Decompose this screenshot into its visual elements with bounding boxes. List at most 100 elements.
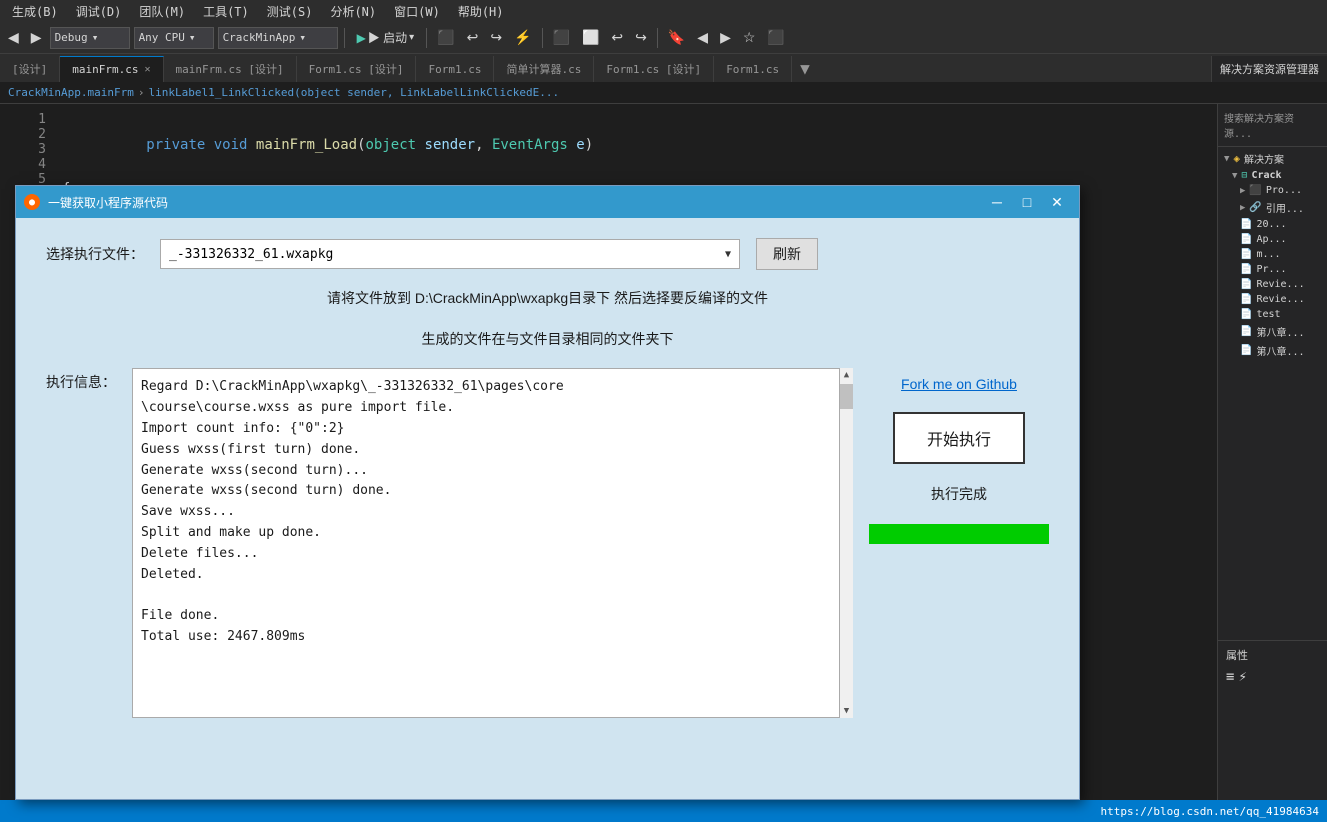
- menu-window[interactable]: 窗口(W): [386, 1, 448, 22]
- progress-bar: [869, 524, 1049, 544]
- solution-search-area: 搜索解决方案资源...: [1218, 104, 1327, 147]
- debug-dropdown[interactable]: Debug▾: [50, 27, 130, 49]
- cpu-dropdown[interactable]: Any CPU▾: [134, 27, 214, 49]
- menu-help[interactable]: 帮助(H): [450, 1, 512, 22]
- tree-m[interactable]: 📄 m...: [1220, 247, 1325, 262]
- scrollbar-thumb[interactable]: [840, 384, 853, 409]
- tree-m-label: m...: [1256, 249, 1280, 260]
- tree-review1[interactable]: 📄 Revie...: [1220, 277, 1325, 292]
- toolbar-icon-10[interactable]: ▶: [716, 27, 735, 49]
- tree-20-icon: 📄: [1240, 219, 1252, 230]
- tree-pr[interactable]: 📄 Pr...: [1220, 262, 1325, 277]
- tab-mainfrm-design[interactable]: mainFrm.cs [设计]: [164, 56, 297, 82]
- project-dropdown[interactable]: CrackMinApp▾: [218, 27, 338, 49]
- solution-icon: ◈: [1233, 152, 1240, 165]
- toolbar-icon-7[interactable]: ↩: [607, 27, 627, 49]
- menu-debug[interactable]: 调试(D): [68, 1, 130, 22]
- menu-bar: 生成(B) 调试(D) 团队(M) 工具(T) 测试(S) 分析(N) 窗口(W…: [0, 0, 1327, 22]
- breadcrumb-item-1[interactable]: CrackMinApp.mainFrm: [8, 86, 134, 99]
- dialog-icon-symbol: ●: [29, 197, 35, 208]
- tree-pro[interactable]: ▶ ⬛ Pro...: [1220, 183, 1325, 198]
- toolbar-icon-12[interactable]: ⬛: [763, 27, 788, 49]
- scrollbar-down-btn[interactable]: ▼: [840, 704, 853, 718]
- log-scrollbar[interactable]: ▲ ▼: [839, 368, 853, 718]
- tree-m-icon: 📄: [1240, 249, 1252, 260]
- back-btn[interactable]: ◀: [4, 27, 23, 49]
- exec-log-container: Regard D:\CrackMinApp\wxapkg\_-331326332…: [132, 368, 853, 718]
- file-dropdown-value: _-331326332_61.wxapkg: [169, 247, 333, 262]
- play-icon: ▶: [357, 31, 366, 45]
- toolbar-icon-1[interactable]: ⬛: [433, 27, 458, 49]
- toolbar-icon-11[interactable]: ☆: [739, 27, 760, 49]
- scrollbar-up-btn[interactable]: ▲: [840, 368, 853, 382]
- menu-analyze[interactable]: 分析(N): [322, 1, 384, 22]
- toolbar-sep-3: [542, 28, 543, 48]
- toolbar-icon-3[interactable]: ↪: [486, 27, 506, 49]
- tab-mainfrm-cs[interactable]: mainFrm.cs ✕: [60, 56, 163, 82]
- exec-log[interactable]: Regard D:\CrackMinApp\wxapkg\_-331326332…: [132, 368, 853, 718]
- tab-form1-cs[interactable]: Form1.cs: [416, 56, 494, 82]
- tab-calculator[interactable]: 简单计算器.cs: [494, 56, 594, 82]
- github-link[interactable]: Fork me on Github: [901, 376, 1017, 392]
- toolbar-sep-1: [344, 28, 345, 48]
- toolbar-icon-4[interactable]: ⚡: [510, 27, 535, 49]
- dialog-maximize-btn[interactable]: □: [1013, 192, 1041, 212]
- tab-form1-cs2[interactable]: Form1.cs: [714, 56, 792, 82]
- toolbar-icon-8[interactable]: ↪: [631, 27, 651, 49]
- bookmark-icon[interactable]: 🔖: [664, 27, 689, 49]
- dialog-app-icon: ●: [24, 194, 40, 210]
- breadcrumb-bar: CrackMinApp.mainFrm › linkLabel1_LinkCli…: [0, 82, 1327, 104]
- toolbar-sep-2: [426, 28, 427, 48]
- ref-icon: 🔗: [1249, 202, 1261, 213]
- tab-form1-design[interactable]: Form1.cs [设计]: [297, 56, 417, 82]
- breadcrumb-sep: ›: [138, 86, 145, 99]
- properties-list-icon[interactable]: ≡: [1226, 669, 1234, 685]
- properties-event-icon[interactable]: ⚡: [1238, 669, 1246, 685]
- tree-ch8-1-icon: 📄: [1240, 326, 1252, 337]
- status-complete-label: 执行完成: [931, 484, 987, 504]
- tree-test-icon: 📄: [1240, 309, 1252, 320]
- toolbar-icon-5[interactable]: ⬛: [549, 27, 574, 49]
- menu-test[interactable]: 测试(S): [259, 1, 321, 22]
- tree-crack-label: Crack: [1251, 170, 1281, 181]
- tree-pro-label: Pro...: [1266, 185, 1302, 196]
- dialog-minimize-btn[interactable]: ─: [983, 192, 1011, 212]
- tree-20[interactable]: 📄 20...: [1220, 217, 1325, 232]
- dropdown-arrow-icon: ▼: [725, 249, 731, 260]
- tree-ch8-2-icon: 📄: [1240, 345, 1252, 356]
- tree-review2[interactable]: 📄 Revie...: [1220, 292, 1325, 307]
- toolbar-icon-2[interactable]: ↩: [463, 27, 483, 49]
- tree-ap[interactable]: 📄 Ap...: [1220, 232, 1325, 247]
- tree-ch8-1-label: 第八章...: [1256, 324, 1304, 339]
- help-text-2: 生成的文件在与文件目录相同的文件夹下: [46, 327, 1049, 352]
- tree-ch8-2-label: 第八章...: [1256, 343, 1304, 358]
- menu-team[interactable]: 团队(M): [131, 1, 193, 22]
- menu-tools[interactable]: 工具(T): [195, 1, 257, 22]
- tree-20-label: 20...: [1256, 219, 1286, 230]
- tree-ch8-1[interactable]: 📄 第八章...: [1220, 322, 1325, 341]
- right-panel: 搜索解决方案资源... ▼ ◈ 解决方案 ▼ ⊟ Crack ▶ ⬛ Pro..…: [1217, 104, 1327, 800]
- properties-title: 属性: [1222, 645, 1323, 665]
- tree-crack[interactable]: ▼ ⊟ Crack: [1220, 168, 1325, 183]
- dialog-titlebar: ● 一键获取小程序源代码 ─ □ ✕: [16, 186, 1079, 218]
- start-execute-button[interactable]: 开始执行: [893, 412, 1025, 464]
- tab-overflow-btn[interactable]: ▼: [792, 55, 818, 82]
- tab-close-mainfrm[interactable]: ✕: [144, 64, 150, 75]
- breadcrumb-item-2[interactable]: linkLabel1_LinkClicked(object sender, Li…: [148, 86, 559, 99]
- solution-search-label: 搜索解决方案资源...: [1222, 108, 1323, 142]
- toolbar-icon-6[interactable]: ⬜: [578, 27, 603, 49]
- dialog-close-btn[interactable]: ✕: [1043, 192, 1071, 212]
- tree-test[interactable]: 📄 test: [1220, 307, 1325, 322]
- toolbar-icon-9[interactable]: ◀: [693, 27, 712, 49]
- menu-generate[interactable]: 生成(B): [4, 1, 66, 22]
- tree-arrow-root: ▼: [1224, 154, 1229, 164]
- tree-ref[interactable]: ▶ 🔗 引用...: [1220, 198, 1325, 217]
- tree-ch8-2[interactable]: 📄 第八章...: [1220, 341, 1325, 360]
- refresh-button[interactable]: 刷新: [756, 238, 818, 270]
- forward-btn[interactable]: ▶: [27, 27, 46, 49]
- tab-design-old[interactable]: [设计]: [0, 56, 60, 82]
- solution-tab[interactable]: 解决方案资源管理器: [1211, 56, 1327, 82]
- tab-form1-design2[interactable]: Form1.cs [设计]: [594, 56, 714, 82]
- start-debug-btn[interactable]: ▶ ▶ 启动 ▾: [351, 27, 421, 48]
- file-dropdown[interactable]: _-331326332_61.wxapkg ▼: [160, 239, 740, 269]
